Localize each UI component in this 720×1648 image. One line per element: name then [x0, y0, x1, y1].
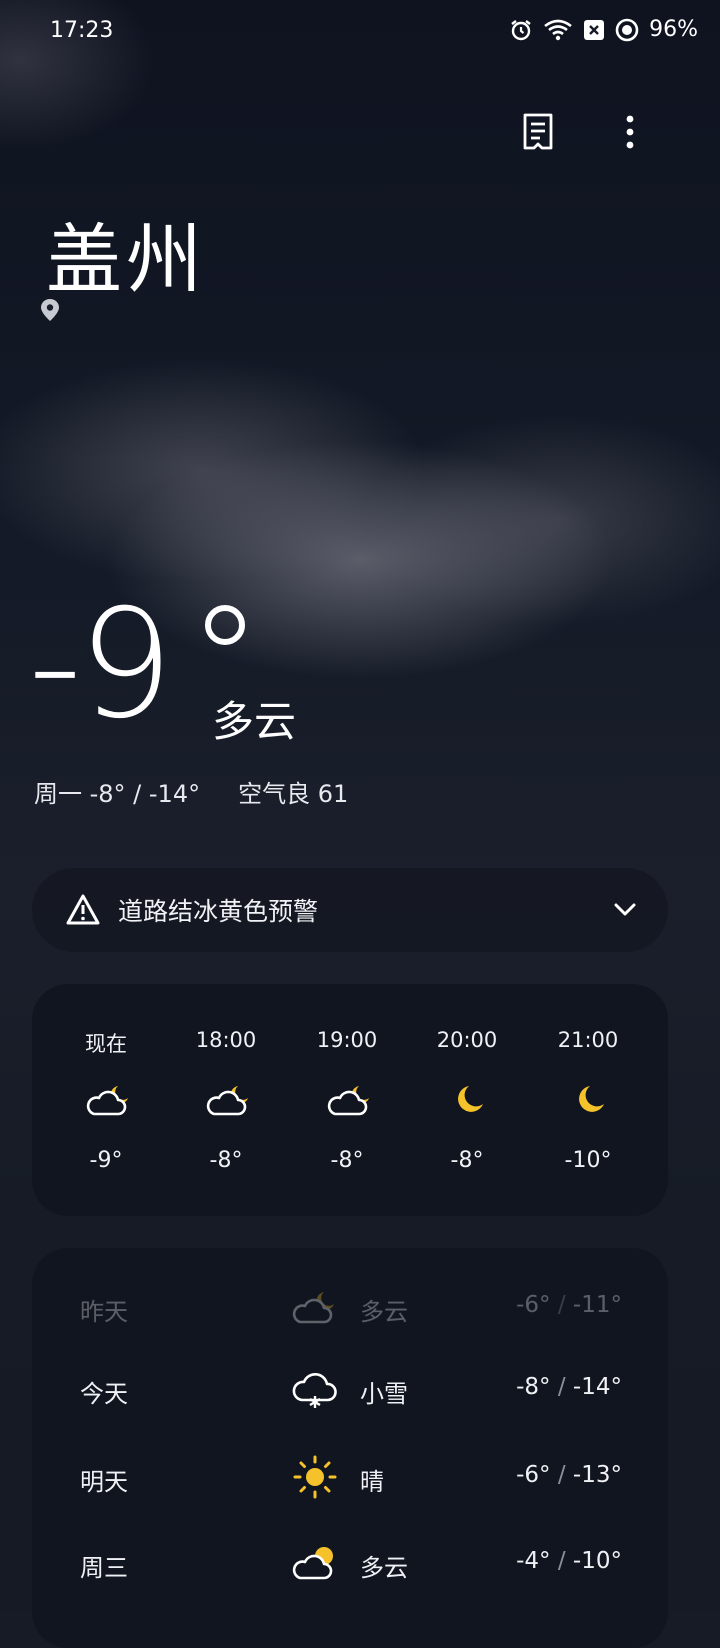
day-condition: 多云: [360, 1554, 408, 1582]
cloudy-night-icon: [84, 1080, 134, 1120]
hour-temp: -10°: [564, 1148, 612, 1173]
hour-time: 现在: [85, 1032, 127, 1056]
day-condition: 多云: [360, 1298, 408, 1326]
temp-separator: /: [550, 1374, 573, 1400]
daily-row-today[interactable]: 今天 小雪 -8° / -14°: [32, 1360, 668, 1420]
temp-separator: /: [550, 1292, 573, 1318]
air-quality[interactable]: 空气良 61: [238, 780, 348, 808]
temp-separator: /: [550, 1548, 573, 1574]
day-low: -10°: [572, 1548, 622, 1574]
battery-percent: 96%: [649, 17, 698, 42]
alarm-icon: [509, 18, 533, 42]
day-temp-range: -6° / -11°: [516, 1292, 622, 1318]
battery-icon: [615, 18, 639, 42]
day-high: -6°: [516, 1292, 551, 1318]
hour-temp: -9°: [89, 1148, 123, 1173]
day-low: -11°: [572, 1292, 622, 1318]
more-vert-icon[interactable]: [610, 112, 650, 152]
hour-time: 18:00: [195, 1028, 257, 1052]
hour-time: 20:00: [436, 1028, 498, 1052]
cloudy-night-icon: [325, 1080, 375, 1120]
current-temperature: -9: [28, 578, 174, 752]
partly-cloudy-icon: [290, 1540, 340, 1586]
city-name[interactable]: 盖州: [46, 198, 206, 308]
status-icons: 96%: [509, 17, 698, 42]
hour-temp: -8°: [209, 1148, 243, 1173]
today-range: 周一 -8° / -14°: [34, 780, 201, 808]
day-high: -6°: [516, 1462, 551, 1488]
hour-temp: -8°: [330, 1148, 364, 1173]
cloudy-night-icon: [290, 1284, 340, 1330]
day-condition: 晴: [360, 1468, 384, 1496]
day-name: 周三: [80, 1554, 128, 1582]
day-name: 今天: [80, 1380, 128, 1408]
daily-row-yesterday[interactable]: 昨天 多云 -6° / -11°: [32, 1278, 668, 1338]
day-name: 明天: [80, 1468, 128, 1496]
hourly-forecast-card[interactable]: 现在 -9° 18:00 -8° 19:00 -8° 20:00 -8° 21:…: [32, 984, 668, 1216]
day-temp-range: -4° / -10°: [516, 1548, 622, 1574]
degree-symbol: [205, 605, 245, 645]
cloudy-night-icon: [204, 1080, 254, 1120]
alert-text: 道路结冰黄色预警: [118, 897, 319, 926]
moon-icon: [445, 1080, 495, 1120]
report-icon[interactable]: [518, 112, 558, 152]
day-high: -4°: [516, 1548, 551, 1574]
warning-icon: [66, 893, 100, 927]
day-low: -13°: [572, 1462, 622, 1488]
moon-icon: [566, 1080, 616, 1120]
day-condition: 小雪: [360, 1380, 408, 1408]
hour-temp: -8°: [450, 1148, 484, 1173]
day-temp-range: -6° / -13°: [516, 1462, 622, 1488]
daily-row-wednesday[interactable]: 周三 多云 -4° / -10°: [32, 1534, 668, 1594]
chevron-down-icon[interactable]: [612, 896, 638, 926]
day-high: -8°: [516, 1374, 551, 1400]
snow-icon: [290, 1366, 340, 1412]
day-temp-range: -8° / -14°: [516, 1374, 622, 1400]
status-time: 17:23: [50, 18, 114, 43]
current-condition: 多云: [212, 697, 297, 746]
daily-row-tomorrow[interactable]: 明天 晴 -6° / -13°: [32, 1448, 668, 1508]
location-pin-icon: [40, 298, 60, 326]
temp-separator: /: [550, 1462, 573, 1488]
today-summary: 周一 -8° / -14° 空气良 61: [34, 774, 348, 809]
day-name: 昨天: [80, 1298, 128, 1326]
hour-time: 19:00: [316, 1028, 378, 1052]
day-low: -14°: [572, 1374, 622, 1400]
hour-time: 21:00: [557, 1028, 619, 1052]
sim-off-icon: [583, 19, 605, 41]
weather-alert-banner[interactable]: 道路结冰黄色预警: [32, 868, 668, 952]
wifi-icon: [543, 18, 573, 42]
daily-forecast-card[interactable]: 昨天 多云 -6° / -11° 今天 小雪 -8° / -14° 明天 晴 -…: [32, 1248, 668, 1648]
sun-icon: [290, 1454, 340, 1500]
